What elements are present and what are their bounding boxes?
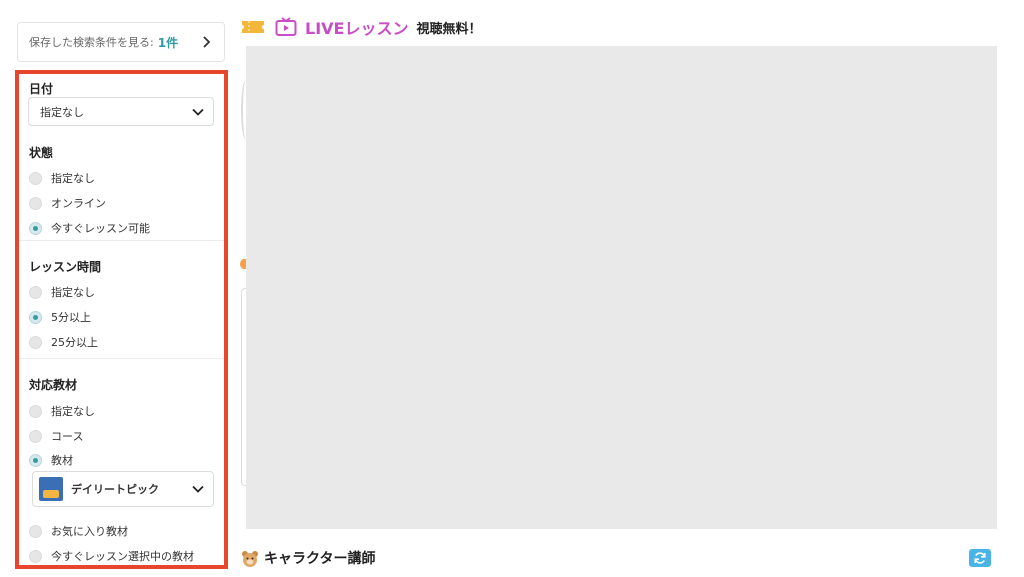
material-thumbnail (39, 477, 63, 501)
chevron-down-icon (192, 108, 204, 116)
material-select[interactable]: デイリートピック (32, 471, 214, 507)
status-option-online[interactable]: オンライン (29, 195, 106, 211)
radio-label: オンライン (51, 197, 106, 210)
live-lesson-header: LIVEレッスン 視聴無料！ (241, 14, 481, 40)
material-select-value: デイリートピック (71, 483, 159, 496)
radio-label: 指定なし (51, 405, 95, 418)
radio-label: 指定なし (51, 172, 95, 185)
radio-label: 指定なし (51, 286, 95, 299)
radio-button-checked (29, 453, 42, 467)
status-option-available-now[interactable]: 今すぐレッスン可能 (29, 220, 150, 236)
radio-button (29, 335, 42, 349)
chevron-right-icon (203, 36, 211, 48)
date-filter-title: 日付 (29, 82, 54, 96)
lesson-time-filter-title: レッスン時間 (29, 260, 102, 274)
radio-label: 今すぐレッスン選択中の教材 (51, 550, 194, 563)
radio-button (29, 404, 42, 418)
radio-label: 25分以上 (51, 336, 98, 349)
radio-label: 5分以上 (51, 311, 91, 324)
status-option-none[interactable]: 指定なし (29, 170, 95, 186)
material-option-course[interactable]: コース (29, 428, 83, 444)
tv-play-icon (275, 17, 297, 36)
character-teacher-title: キャラクター講師 (264, 551, 376, 567)
divider (19, 240, 224, 241)
saved-search-label: 保存した検索条件を見る: (29, 36, 154, 49)
chevron-down-icon (192, 485, 204, 493)
material-option-now-selected[interactable]: 今すぐレッスン選択中の教材 (29, 548, 194, 564)
material-option-favorites[interactable]: お気に入り教材 (29, 523, 128, 539)
radio-button (29, 171, 42, 185)
radio-label: 教材 (51, 454, 73, 467)
radio-label: コース (51, 430, 84, 443)
radio-button (29, 524, 42, 538)
saved-search-count: 1件 (157, 35, 179, 50)
lesson-time-option-none[interactable]: 指定なし (29, 284, 95, 300)
material-option-none[interactable]: 指定なし (29, 403, 95, 419)
radio-button (29, 196, 42, 210)
radio-label: お気に入り教材 (51, 525, 128, 538)
live-lesson-subtitle: 視聴無料！ (416, 21, 482, 37)
radio-button (29, 549, 42, 563)
material-option-textbook[interactable]: 教材 (29, 452, 73, 468)
live-video-area[interactable] (246, 46, 997, 529)
radio-button (29, 429, 42, 443)
refresh-button[interactable] (969, 549, 991, 567)
refresh-icon (974, 552, 986, 564)
divider (19, 358, 224, 359)
material-filter-title: 対応教材 (29, 378, 78, 392)
live-lesson-title: LIVEレッスン (305, 19, 409, 38)
ticket-icon (242, 21, 264, 33)
date-select[interactable]: 指定なし (28, 97, 214, 126)
status-filter-title: 状態 (29, 146, 54, 160)
radio-button-checked (29, 310, 42, 324)
radio-button-checked (29, 221, 42, 235)
lesson-time-option-25min[interactable]: 25分以上 (29, 334, 98, 350)
radio-label: 今すぐレッスン可能 (51, 222, 150, 235)
date-select-value: 指定なし (40, 105, 84, 119)
lesson-time-option-5min[interactable]: 5分以上 (29, 309, 91, 325)
radio-button (29, 285, 42, 299)
character-teacher-header: キャラクター講師 (241, 546, 375, 570)
saved-search-link[interactable]: 保存した検索条件を見る: 1件 (17, 22, 225, 62)
bear-icon (242, 550, 258, 567)
filter-panel: 日付 指定なし 状態 指定なし オンライン 今すぐレッスン可能 レッスン時間 指… (15, 70, 228, 569)
